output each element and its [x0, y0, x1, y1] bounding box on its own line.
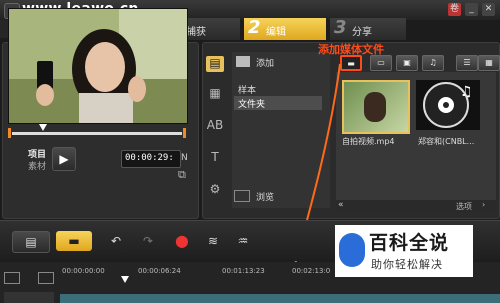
title-icon[interactable]: T — [206, 150, 224, 166]
redo-icon[interactable]: ↷ — [138, 231, 158, 251]
thumbnail-view-icon[interactable]: ▦ — [478, 55, 500, 71]
timecode-suffix: N — [181, 153, 188, 163]
media-library-icon[interactable]: ▤ — [206, 56, 224, 72]
timecode-display[interactable]: 00:00:29: — [121, 150, 181, 168]
track-list-icon[interactable] — [38, 272, 54, 284]
add-folder-icon[interactable] — [236, 56, 250, 67]
mark-in-marker[interactable] — [8, 128, 11, 138]
watermark-badge-icon — [339, 233, 365, 267]
thumb-video-figure — [364, 92, 386, 122]
audio-disc-icon: ♫ — [423, 82, 473, 128]
step-number: 3 — [334, 17, 347, 38]
list-view-icon[interactable]: ☰ — [456, 55, 478, 71]
timecode-mark: 00:01:13:23 — [222, 267, 265, 275]
transition-icon[interactable]: AB — [206, 118, 224, 134]
mark-out-marker[interactable] — [183, 128, 186, 138]
video-frame-image — [9, 9, 187, 123]
folder-item-sample[interactable]: 样本 — [238, 83, 256, 96]
library-footer: « 选项 › — [336, 200, 496, 212]
thumb-audio-2[interactable]: ♫ — [416, 80, 480, 130]
video-preview[interactable] — [8, 8, 188, 124]
options-button[interactable]: 选项 — [456, 201, 472, 212]
track-manager-icon[interactable] — [4, 272, 20, 284]
watermark-title: 百科全说 — [369, 232, 450, 254]
undo-icon[interactable]: ↶ — [106, 231, 126, 251]
storyboard-view-button[interactable]: ▤ — [12, 231, 50, 253]
step-edit-tab[interactable]: 2 编辑 — [244, 17, 326, 40]
timeline-view-button[interactable]: ▬ — [56, 231, 92, 251]
video-track-clip[interactable] — [60, 294, 500, 303]
minimize-icon[interactable]: _ — [465, 3, 478, 16]
options-chevron-icon[interactable]: › — [482, 200, 485, 209]
window-controls: 卷 _ ✕ — [448, 3, 498, 17]
scrub-track[interactable] — [12, 132, 182, 135]
timecode-mark: 00:02:13:0 — [292, 267, 331, 275]
step-number: 2 — [248, 17, 261, 38]
watermark-logo: 百科全说 助你轻松解决 — [335, 225, 473, 277]
step-label: 分享 — [352, 27, 372, 38]
playback-controls: 项目 素材 ▶ 00:00:29: N — [8, 146, 193, 172]
preview-scrubber[interactable] — [8, 124, 186, 140]
help-icon[interactable]: 卷 — [448, 3, 461, 16]
thumb-video-1[interactable] — [342, 80, 410, 134]
graphics-icon[interactable]: ⚙ — [206, 182, 224, 198]
show-photo-toggle[interactable]: ▣ — [396, 55, 418, 71]
audio-mixer-icon[interactable]: ≋ — [202, 231, 224, 251]
instant-project-icon[interactable]: ▦ — [206, 86, 224, 102]
auto-music-icon[interactable]: ♒ — [232, 231, 254, 251]
folder-item-folder[interactable]: 文件夹 — [238, 97, 265, 110]
timecode-mark: 00:00:06:24 — [138, 267, 181, 275]
browse-icon[interactable] — [234, 190, 250, 202]
timeline-playhead[interactable] — [121, 276, 129, 283]
media-thumbnails: 自拍视频.mp4 ♫ 郑容和(CNBL... — [336, 72, 496, 200]
step-share-tab[interactable]: 3 分享 — [330, 17, 406, 40]
timecode-value: 00:00:29: — [125, 153, 174, 163]
step-label: 编辑 — [266, 27, 286, 38]
annotation-label: 添加媒体文件 — [318, 43, 384, 56]
mode-clip-label[interactable]: 素材 — [28, 159, 46, 172]
show-audio-toggle[interactable]: ♫ — [422, 55, 444, 71]
track-header — [4, 292, 54, 303]
svg-text:♫: ♫ — [460, 84, 473, 100]
playhead-handle[interactable] — [38, 124, 47, 131]
workflow-steps: 1 捕获 2 编辑 3 分享 — [160, 17, 500, 40]
record-capture-icon[interactable]: ⬤ — [170, 231, 194, 251]
step-label: 捕获 — [186, 27, 206, 38]
play-button[interactable]: ▶ — [52, 147, 76, 171]
watermark-subtitle: 助你轻松解决 — [371, 258, 443, 271]
timecode-mark: 00:00:00:00 — [62, 267, 105, 275]
show-video-toggle[interactable]: ▭ — [370, 55, 392, 71]
library-sidebar: ▤ ▦ AB T ⚙ — [202, 52, 228, 208]
close-icon[interactable]: ✕ — [482, 3, 495, 16]
thumb-label-2: 郑容和(CNBL... — [418, 137, 475, 146]
